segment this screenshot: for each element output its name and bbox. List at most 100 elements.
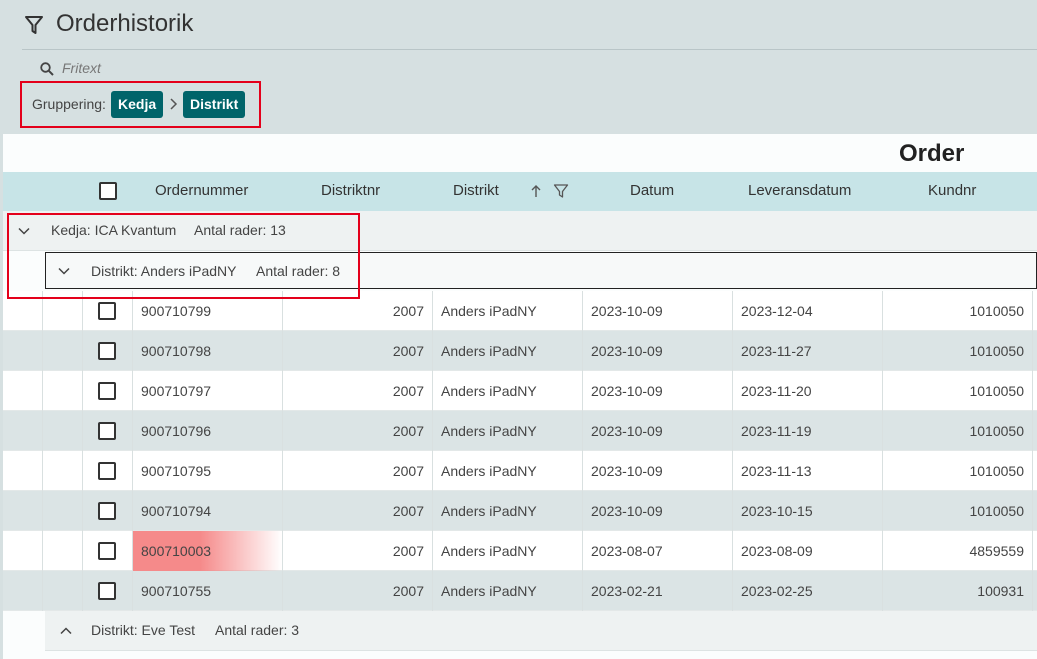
cell-ordernummer: 900710798 (133, 331, 283, 371)
group-indent-cell (3, 571, 43, 611)
table-row[interactable]: 900710796 2007 Anders iPadNY 2023-10-09 2023… (3, 411, 1037, 451)
cell-ordernummer: 900710755 (133, 571, 283, 611)
row-checkbox[interactable] (98, 382, 116, 400)
group-indent-cell (3, 451, 43, 491)
group-row-kedja[interactable]: Kedja: ICA Kvantum Antal rader: 13 (3, 211, 1037, 251)
group-indent-cell (43, 331, 83, 371)
cell-leveransdatum: 2023-02-25 (733, 571, 883, 611)
chevron-right-icon (170, 98, 178, 110)
table-row[interactable]: 900710794 2007 Anders iPadNY 2023-10-09 2023… (3, 491, 1037, 531)
cell-ordernummer: 800710003 (133, 531, 283, 571)
select-all-checkbox[interactable] (99, 182, 117, 200)
cell-ordernummer: 900710797 (133, 371, 283, 411)
group-label: Distrikt: Eve Test (91, 622, 195, 638)
cell-datum: 2023-10-09 (583, 411, 733, 451)
column-header-distrikt[interactable]: Distrikt (453, 182, 499, 199)
title-divider (22, 49, 1037, 50)
row-checkbox[interactable] (98, 462, 116, 480)
group-row-distrikt-eve[interactable]: Distrikt: Eve Test Antal rader: 3 (45, 611, 1037, 651)
chevron-down-icon[interactable] (18, 227, 30, 235)
cell-distrikt: Anders iPadNY (433, 331, 583, 371)
grid-title: Order (899, 140, 965, 167)
sort-up-icon[interactable] (530, 184, 542, 198)
group-indent-cell (3, 491, 43, 531)
cell-ordernummer: 900710794 (133, 491, 283, 531)
cell-distriktnr: 2007 (283, 411, 433, 451)
row-select-cell (83, 571, 133, 611)
row-select-cell (83, 291, 133, 331)
group-indent-cell (43, 411, 83, 451)
group-chip-distrikt[interactable]: Distrikt (183, 91, 246, 118)
row-checkbox[interactable] (98, 342, 116, 360)
cell-distriktnr: 2007 (283, 451, 433, 491)
group-label: Distrikt: Anders iPadNY (91, 263, 237, 279)
cell-datum: 2023-02-21 (583, 571, 733, 611)
grid-body: 900710799 2007 Anders iPadNY 2023-10-09 2023… (3, 291, 1037, 611)
row-checkbox[interactable] (98, 422, 116, 440)
row-select-cell (83, 451, 133, 491)
group-indent-cell (43, 291, 83, 331)
table-row[interactable]: 900710799 2007 Anders iPadNY 2023-10-09 2023… (3, 291, 1037, 331)
cell-ordernummer: 900710799 (133, 291, 283, 331)
group-count: Antal rader: 3 (215, 622, 300, 638)
cell-leveransdatum: 2023-12-04 (733, 291, 883, 331)
group-indent-cell (43, 371, 83, 411)
column-header-ordernummer[interactable]: Ordernummer (155, 182, 248, 199)
filter-icon[interactable] (24, 14, 44, 36)
order-grid: Order Ordernummer Distriktnr Distrikt Da… (3, 134, 1037, 659)
cell-distrikt: Anders iPadNY (433, 451, 583, 491)
group-indent-cell (3, 331, 43, 371)
cell-leveransdatum: 2023-11-19 (733, 411, 883, 451)
cell-kundnr: 4859559 (883, 531, 1033, 571)
table-row[interactable]: 900710798 2007 Anders iPadNY 2023-10-09 2023… (3, 331, 1037, 371)
cell-distriktnr: 2007 (283, 571, 433, 611)
row-checkbox[interactable] (98, 542, 116, 560)
cell-datum: 2023-10-09 (583, 291, 733, 331)
grouping-bar: Gruppering: Kedja Distrikt (20, 81, 261, 128)
group-indent-cell (3, 371, 43, 411)
cell-distrikt: Anders iPadNY (433, 571, 583, 611)
page-title: Orderhistorik (56, 10, 194, 37)
cell-distrikt: Anders iPadNY (433, 411, 583, 451)
table-row[interactable]: 900710797 2007 Anders iPadNY 2023-10-09 2023… (3, 371, 1037, 411)
cell-kundnr: 100931 (883, 571, 1033, 611)
table-row[interactable]: 900710755 2007 Anders iPadNY 2023-02-21 2023… (3, 571, 1037, 611)
cell-leveransdatum: 2023-10-15 (733, 491, 883, 531)
row-checkbox[interactable] (98, 502, 116, 520)
cell-distrikt: Anders iPadNY (433, 531, 583, 571)
search-input[interactable] (62, 58, 362, 78)
row-select-cell (83, 371, 133, 411)
top-bar: Orderhistorik (0, 0, 1037, 50)
cell-leveransdatum: 2023-08-09 (733, 531, 883, 571)
search-icon (40, 62, 54, 76)
cell-distrikt: Anders iPadNY (433, 371, 583, 411)
cell-kundnr: 1010050 (883, 291, 1033, 331)
group-indent-cell (3, 291, 43, 331)
row-checkbox[interactable] (98, 302, 116, 320)
group-indent-cell (43, 491, 83, 531)
table-row[interactable]: 800710003 2007 Anders iPadNY 2023-08-07 2023… (3, 531, 1037, 571)
cell-distriktnr: 2007 (283, 331, 433, 371)
column-header-datum[interactable]: Datum (630, 182, 674, 199)
column-header-distriktnr[interactable]: Distriktnr (321, 182, 380, 199)
column-filter-icon[interactable] (553, 183, 569, 199)
row-select-cell (83, 331, 133, 371)
cell-distriktnr: 2007 (283, 491, 433, 531)
row-select-cell (83, 491, 133, 531)
cell-distrikt: Anders iPadNY (433, 491, 583, 531)
group-row-distrikt-anders[interactable]: Distrikt: Anders iPadNY Antal rader: 8 (45, 252, 1037, 289)
chevron-down-icon[interactable] (58, 267, 70, 275)
column-header-kundnr[interactable]: Kundnr (928, 182, 976, 199)
cell-ordernummer: 900710795 (133, 451, 283, 491)
group-chip-kedja[interactable]: Kedja (111, 91, 164, 118)
cell-leveransdatum: 2023-11-13 (733, 451, 883, 491)
chevron-up-icon[interactable] (60, 627, 72, 635)
table-row[interactable]: 900710795 2007 Anders iPadNY 2023-10-09 2023… (3, 451, 1037, 491)
cell-distriktnr: 2007 (283, 291, 433, 331)
row-checkbox[interactable] (98, 582, 116, 600)
cell-kundnr: 1010050 (883, 411, 1033, 451)
column-header-leveransdatum[interactable]: Leveransdatum (748, 182, 851, 199)
group-label: Kedja: ICA Kvantum (51, 222, 177, 238)
cell-distriktnr: 2007 (283, 371, 433, 411)
cell-datum: 2023-08-07 (583, 531, 733, 571)
